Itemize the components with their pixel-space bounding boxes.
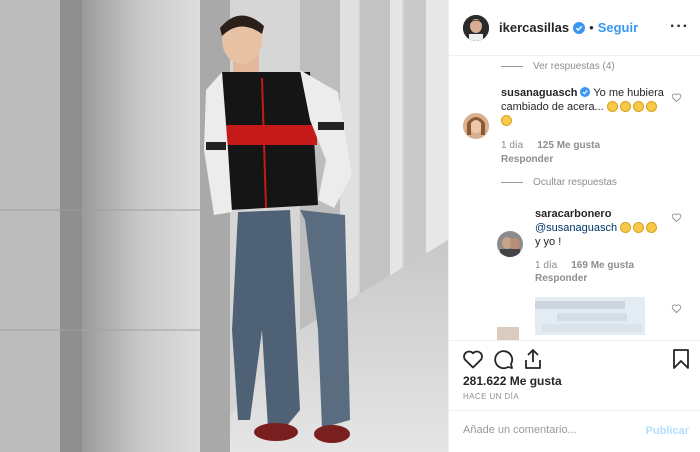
heart-icon[interactable]: [461, 347, 485, 371]
publish-button[interactable]: Publicar: [646, 425, 689, 437]
comments-list: Ver respuestas (4) susanaguasch Yo me hu…: [449, 57, 700, 340]
comment-body: y yo !: [535, 236, 562, 248]
post-photo[interactable]: [0, 0, 448, 452]
add-comment-bar: Publicar: [449, 410, 700, 452]
comment-meta: 1 día 169 Me gusta: [535, 260, 634, 271]
comment-like-icon[interactable]: [671, 212, 682, 223]
post-side-panel: ikercasillas • Seguir ··· Ver respuestas…: [448, 0, 700, 452]
blurred-comment: [497, 297, 697, 340]
comment-icon[interactable]: [491, 347, 515, 371]
reply-button[interactable]: Responder: [535, 273, 587, 284]
header-separator: •: [589, 20, 594, 35]
follow-button[interactable]: Seguir: [598, 20, 638, 35]
photo-image: [0, 0, 448, 452]
comment-item: saracarbonero @susanaguasch y yo ! 1 día…: [449, 57, 700, 287]
laughing-emoji-icon: [633, 222, 645, 233]
comment-like-icon[interactable]: [671, 303, 682, 314]
bookmark-icon[interactable]: [669, 347, 693, 371]
verified-badge-icon: [573, 21, 586, 34]
post-actions-bar: [449, 340, 700, 376]
laughing-emoji-icon: [646, 222, 658, 233]
author-avatar[interactable]: [463, 14, 489, 41]
comment-text: saracarbonero @susanaguasch y yo !: [535, 207, 669, 249]
comment-time: 1 día: [535, 260, 558, 271]
laughing-emoji-icon: [620, 222, 632, 233]
comment-likes[interactable]: 169 Me gusta: [571, 260, 634, 271]
commenter-avatar[interactable]: [497, 231, 523, 257]
comment-mention[interactable]: @susanaguasch: [535, 222, 617, 234]
more-options-icon[interactable]: ···: [670, 18, 689, 36]
share-icon[interactable]: [521, 347, 545, 371]
comment-input[interactable]: [463, 424, 633, 436]
likes-count[interactable]: 281.622 Me gusta: [463, 374, 562, 388]
author-username[interactable]: ikercasillas: [499, 20, 569, 35]
comment-username[interactable]: saracarbonero: [535, 208, 611, 220]
post-header: ikercasillas • Seguir ···: [449, 0, 700, 56]
post-time: HACE UN DÍA: [463, 392, 519, 401]
